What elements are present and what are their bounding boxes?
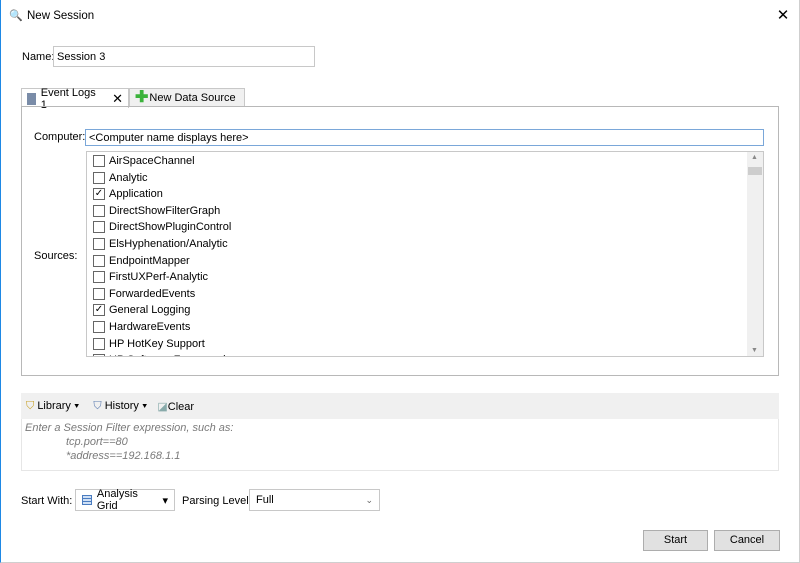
close-icon[interactable]: ✕ <box>775 6 791 24</box>
sources-list: HP Software Framework HP HotKey Support Ha… <box>86 151 764 357</box>
source-label: General Logging <box>109 304 191 317</box>
source-label: EndpointMapper <box>109 254 190 267</box>
source-item[interactable]: DirectShowFilterGraph <box>93 203 220 219</box>
source-label: HP HotKey Support <box>109 337 205 350</box>
source-label: AirSpaceChannel <box>109 155 195 167</box>
cancel-button[interactable]: Cancel <box>714 530 780 551</box>
filter-icon: ⛉ <box>26 399 35 412</box>
parsing-level-label: Parsing Level: <box>182 495 252 507</box>
source-label: HardwareEvents <box>109 321 191 333</box>
source-item[interactable]: DirectShowPluginControl <box>93 219 231 235</box>
log-icon <box>27 92 36 105</box>
checkbox[interactable] <box>93 271 105 284</box>
source-label: DirectShowPluginControl <box>109 221 232 234</box>
history-button[interactable]: ⛉ History ▾ <box>93 400 147 413</box>
start-button[interactable]: Start <box>643 530 708 551</box>
source-item[interactable]: ElsHyphenation/Analytic <box>93 236 228 252</box>
computer-input[interactable] <box>85 129 764 146</box>
checkbox[interactable] <box>93 354 105 356</box>
filter-history-icon: ⛉ <box>93 399 102 412</box>
checkbox[interactable]: ✓ <box>93 188 105 201</box>
checkbox[interactable]: ✓ <box>93 304 105 317</box>
filter-expression-input[interactable]: Enter a Session Filter expression, such … <box>21 419 779 471</box>
source-label: ElsHyphenation/Analytic <box>109 238 228 250</box>
window-title: New Session <box>27 10 95 22</box>
source-item[interactable]: AirSpaceChannel <box>93 153 195 169</box>
checkbox[interactable] <box>93 287 105 300</box>
tab-new-data-source[interactable]: ✚ New Data Source <box>129 88 245 107</box>
clear-button[interactable]: ◪Clear <box>157 400 194 413</box>
filter-hint: Enter a Session Filter expression, such … <box>25 422 234 434</box>
source-label: Application <box>109 188 163 201</box>
plus-icon: ✚ <box>135 88 149 106</box>
sources-label: Sources: <box>34 250 78 262</box>
source-label: ForwardedEvents <box>109 287 196 300</box>
checkbox[interactable] <box>93 204 105 217</box>
source-item[interactable]: HardwareEvents <box>93 319 190 335</box>
chevron-down-icon: ⌄ <box>365 494 373 505</box>
dialog-window: 🔍 New Session ✕ Name: Event Logs 1 ✕ ✚ N… <box>0 0 800 563</box>
start-with-dropdown[interactable]: Analysis Grid ▾ <box>75 488 175 512</box>
parsing-level-value: Full <box>256 494 274 506</box>
eraser-icon: ◪ <box>157 400 168 413</box>
source-item[interactable]: Analytic <box>93 170 148 186</box>
scrollbar[interactable]: ▲ ▼ <box>747 152 763 356</box>
grid-icon <box>82 495 92 505</box>
name-input[interactable] <box>53 46 315 67</box>
computer-label: Computer: <box>34 131 86 143</box>
filter-hint: *address==192.168.1.1 <box>66 450 181 462</box>
start-with-value: Analysis Grid <box>96 488 138 512</box>
filter-toolbar: ⛉ Library ▾ ⛉ History ▾ ◪Clear <box>21 393 779 419</box>
source-item[interactable]: ✓ General Logging <box>93 302 190 318</box>
library-button[interactable]: ⛉ Library ▾ <box>26 400 79 413</box>
parsing-level-select[interactable]: Full ⌄ <box>249 489 380 511</box>
start-with-label: Start With: <box>21 495 73 507</box>
filter-hint: tcp.port==80 <box>66 436 128 448</box>
checkbox[interactable] <box>93 155 105 167</box>
tab-event-logs-1[interactable]: Event Logs 1 ✕ <box>21 87 129 111</box>
source-label: FirstUXPerf-Analytic <box>109 271 209 284</box>
source-label: HP Software Framework <box>109 354 229 356</box>
tab-label: New Data Source <box>149 91 236 104</box>
session-icon: 🔍 <box>9 10 23 22</box>
checkbox[interactable] <box>93 221 105 234</box>
checkbox[interactable] <box>93 254 105 267</box>
checkbox[interactable] <box>93 321 105 333</box>
source-item[interactable]: ✓ Application <box>93 186 163 202</box>
close-tab-icon[interactable]: ✕ <box>112 91 123 107</box>
source-item[interactable]: HP Software Framework <box>93 352 229 356</box>
source-item[interactable]: ForwardedEvents <box>93 286 195 302</box>
name-label: Name: <box>22 51 55 63</box>
checkbox[interactable] <box>93 337 105 350</box>
source-item[interactable]: FirstUXPerf-Analytic <box>93 269 208 285</box>
source-label: Analytic <box>109 171 148 184</box>
source-label: DirectShowFilterGraph <box>109 204 221 217</box>
source-item[interactable]: HP HotKey Support <box>93 336 205 352</box>
source-item[interactable]: EndpointMapper <box>93 253 190 269</box>
checkbox[interactable] <box>93 238 105 250</box>
checkbox[interactable] <box>93 171 105 184</box>
